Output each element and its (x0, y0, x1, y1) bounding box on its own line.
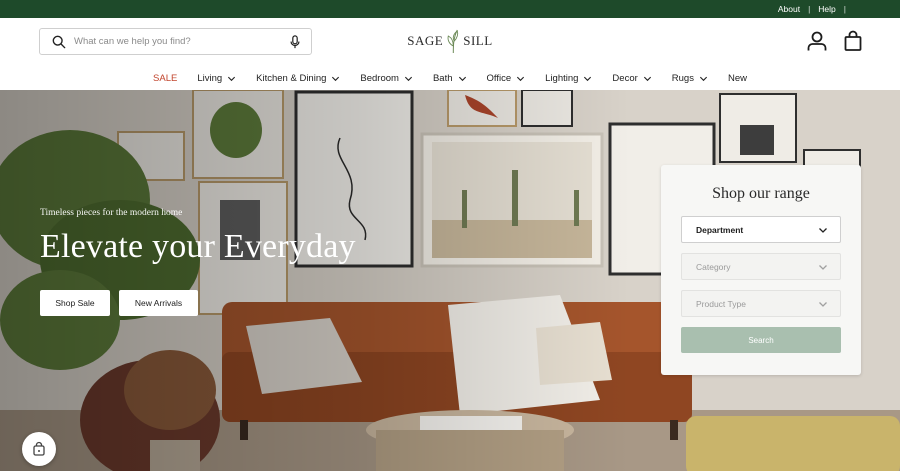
nav-item-decor[interactable]: Decor (602, 73, 661, 84)
microphone-icon[interactable] (289, 34, 301, 49)
new-arrivals-button[interactable]: New Arrivals (119, 290, 198, 316)
nav-item-kitchen-dining[interactable]: Kitchen & Dining (246, 73, 350, 84)
chevron-down-icon (584, 76, 592, 81)
department-select[interactable]: Department (681, 216, 841, 243)
chevron-down-icon (228, 76, 236, 81)
nav-item-new[interactable]: New (718, 73, 757, 84)
range-search-button[interactable]: Search (681, 327, 841, 353)
hero-title: Elevate your Everyday (40, 228, 356, 265)
about-link[interactable]: About (778, 4, 800, 14)
site-logo[interactable]: SAGE SILL (407, 28, 492, 54)
nav-item-office[interactable]: Office (477, 73, 536, 84)
help-link[interactable]: Help (818, 4, 835, 14)
shop-assistant-button[interactable] (22, 432, 56, 466)
chevron-down-icon (819, 301, 827, 307)
logo-text-right: SILL (463, 33, 493, 48)
site-header: SAGE SILL (0, 18, 900, 66)
chevron-down-icon (643, 76, 651, 81)
utility-separator: | (843, 4, 846, 14)
chevron-down-icon (819, 227, 827, 233)
nav-item-lighting[interactable]: Lighting (535, 73, 602, 84)
panel-title: Shop our range (712, 185, 810, 202)
search-input[interactable] (74, 36, 289, 47)
user-icon[interactable] (806, 30, 828, 52)
chevron-down-icon (517, 76, 525, 81)
main-nav: SALE Living Kitchen & Dining Bedroom Bat… (0, 66, 900, 90)
department-select-label: Department (696, 224, 744, 235)
header-actions (806, 30, 864, 52)
utility-bar: About | Help | (0, 0, 900, 18)
utility-separator: | (808, 4, 811, 14)
hero-copy: Timeless pieces for the modern home Elev… (40, 208, 356, 316)
chevron-down-icon (699, 76, 707, 81)
logo-text-left: SAGE (407, 33, 444, 48)
nav-item-sale[interactable]: SALE (143, 73, 187, 84)
nav-item-living[interactable]: Living (187, 73, 246, 84)
hero-subtitle: Timeless pieces for the modern home (40, 208, 183, 218)
hero-buttons: Shop Sale New Arrivals (40, 290, 356, 316)
search-bar[interactable] (39, 28, 312, 55)
nav-item-rugs[interactable]: Rugs (662, 73, 718, 84)
hero-banner: Timeless pieces for the modern home Elev… (0, 90, 900, 471)
nav-item-bedroom[interactable]: Bedroom (350, 73, 423, 84)
category-select-label: Category (696, 261, 731, 272)
shop-sale-button[interactable]: Shop Sale (40, 290, 110, 316)
product-type-select[interactable]: Product Type (681, 290, 841, 317)
chevron-down-icon (332, 76, 340, 81)
chat-bag-icon (33, 441, 45, 456)
nav-item-bath[interactable]: Bath (423, 73, 477, 84)
shopping-bag-icon[interactable] (842, 30, 864, 52)
search-icon[interactable] (52, 35, 66, 49)
category-select[interactable]: Category (681, 253, 841, 280)
product-type-select-label: Product Type (696, 298, 746, 309)
shop-range-panel: Shop our range Department Category Produ… (661, 165, 861, 375)
leaf-icon (447, 29, 459, 54)
chevron-down-icon (404, 76, 412, 81)
chevron-down-icon (819, 264, 827, 270)
chevron-down-icon (458, 76, 466, 81)
